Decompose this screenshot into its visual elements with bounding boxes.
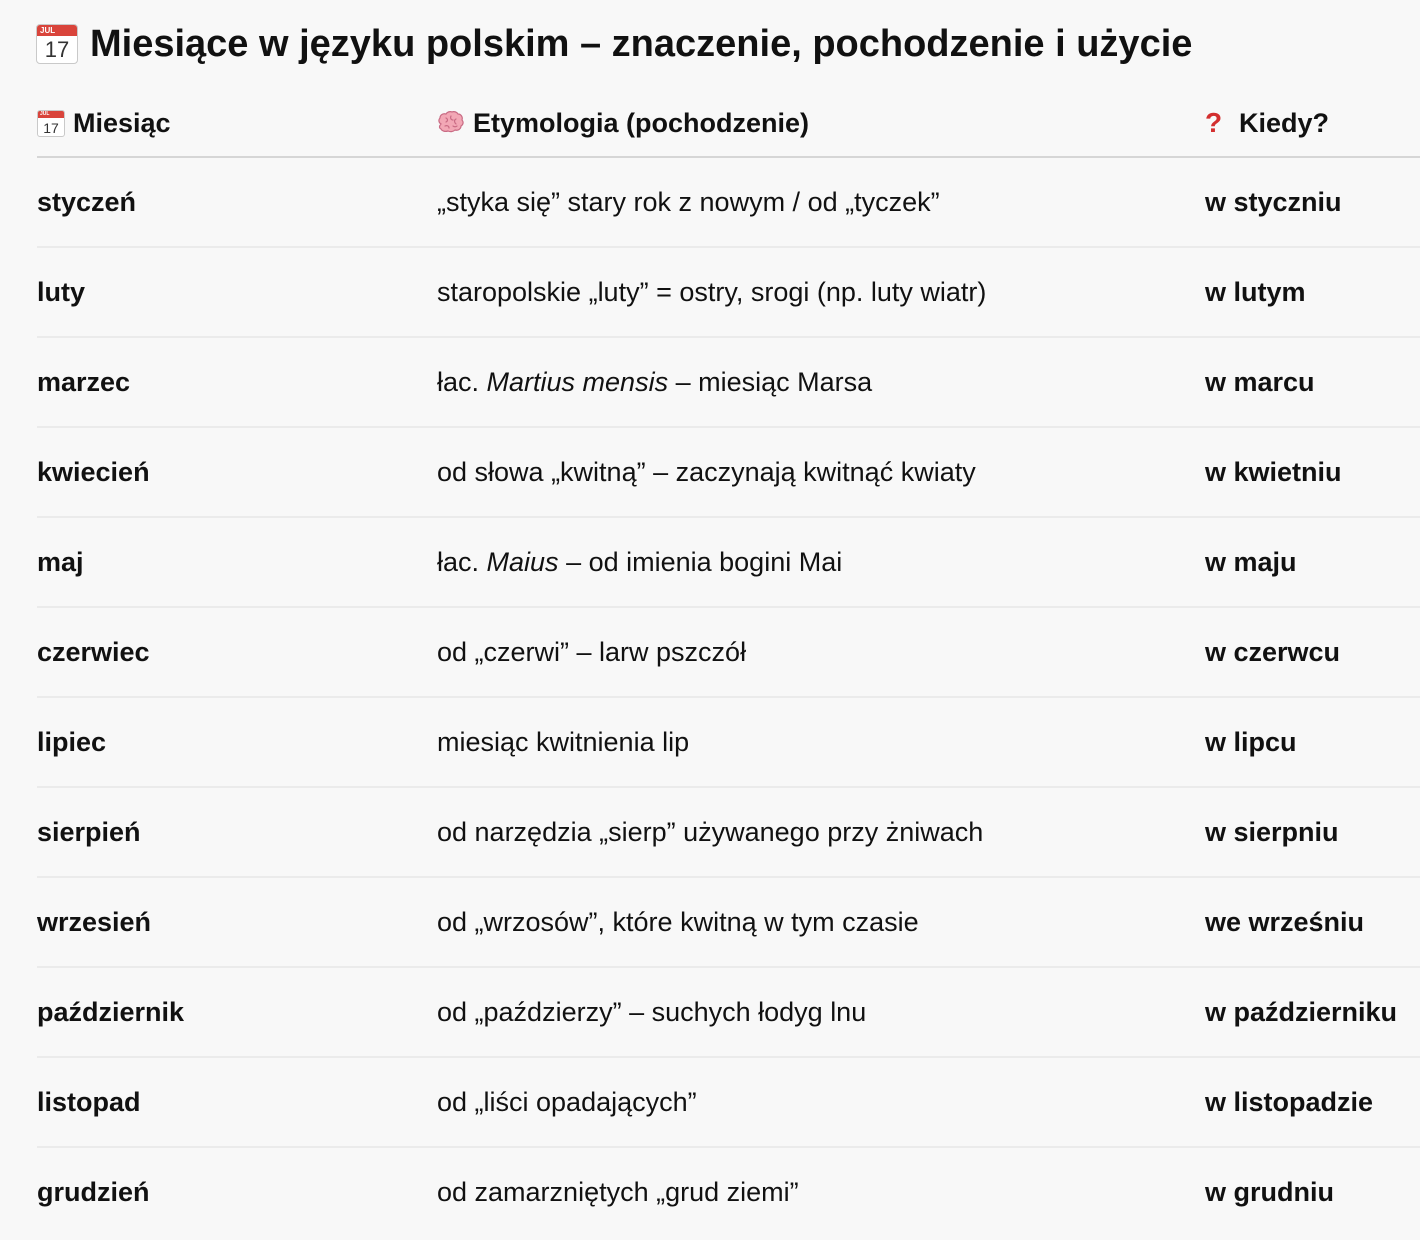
table-row: październik od „paździerzy” – suchych łod… (37, 968, 1420, 1058)
etymology-text: od narzędzia „sierp” używanego przy żniw… (437, 816, 984, 847)
table-row: grudzień od zamarzniętych „grud ziemi” w g… (37, 1148, 1420, 1236)
etymology-text: od „czerwi” – larw pszczół (437, 636, 747, 667)
table-row: czerwiec od „czerwi” – larw pszczół w czer… (37, 608, 1420, 698)
page-title: JUL 17 Miesiące w języku polskim – znacz… (36, 14, 1192, 74)
when-phrase: w sierpniu (1205, 816, 1339, 847)
month-name: lipiec (37, 726, 107, 757)
table-row: lipiec miesiąc kwitnienia lip w lipcu (37, 698, 1420, 788)
when-phrase: w kwietniu (1205, 456, 1342, 487)
etymology-text: – miesiąc Marsa (668, 366, 873, 397)
table-row: sierpień od narzędzia „sierp” używanego p… (37, 788, 1420, 878)
etymology-cell: od narzędzia „sierp” używanego przy żniw… (437, 788, 983, 876)
etymology-text: od „wrzosów”, które kwitną w tym czasie (437, 906, 919, 937)
table-body: styczeń „styka się” stary rok z nowym / o… (37, 158, 1420, 1236)
etymology-text: od słowa „kwitną” – zaczynają kwitnąć kw… (437, 456, 976, 487)
table-row: luty staropolskie „luty” = ostry, srogi (… (37, 248, 1420, 338)
month-name: czerwiec (37, 636, 150, 667)
etymology-cell: od „paździerzy” – suchych łodyg lnu (437, 968, 866, 1056)
month-name: kwiecień (37, 456, 150, 487)
etymology-text: „styka się” stary rok z nowym / od „tycz… (437, 186, 940, 217)
etymology-cell: od „liści opadających” (437, 1058, 697, 1146)
month-name: maj (37, 546, 84, 577)
month-name: sierpień (37, 816, 141, 847)
month-name: grudzień (37, 1176, 150, 1207)
table-row: kwiecień od słowa „kwitną” – zaczynają kw… (37, 428, 1420, 518)
when-phrase: w maju (1205, 546, 1297, 577)
month-name: wrzesień (37, 906, 152, 937)
etymology-latin-term: Martius mensis (486, 366, 669, 397)
month-name: listopad (37, 1086, 141, 1117)
months-table: JUL 17 Miesiąc Etymologia (pochodzenie) … (37, 90, 1420, 1236)
etymology-cell: od „wrzosów”, które kwitną w tym czasie (437, 878, 919, 966)
table-row: marzec łac. Martius mensis – miesiąc Mars… (37, 338, 1420, 428)
etymology-text: miesiąc kwitnienia lip (437, 726, 690, 757)
etymology-cell: od „czerwi” – larw pszczół (437, 608, 746, 696)
when-phrase: w lutym (1205, 276, 1306, 307)
month-name: marzec (37, 366, 131, 397)
when-phrase: w listopadzie (1205, 1086, 1374, 1117)
red-question-mark-icon: ? (1205, 107, 1223, 138)
when-phrase: w czerwcu (1205, 636, 1341, 667)
etymology-cell: łac. Martius mensis – miesiąc Marsa (437, 338, 872, 426)
etymology-cell: łac. Maius – od imienia bogini Mai (437, 518, 842, 606)
etymology-text: – od imienia bogini Mai (558, 546, 843, 577)
table-row: wrzesień od „wrzosów”, które kwitną w tym… (37, 878, 1420, 968)
column-header-etymology: Etymologia (pochodzenie) (437, 90, 809, 156)
table-header-row: JUL 17 Miesiąc Etymologia (pochodzenie) … (37, 90, 1420, 158)
when-phrase: w styczniu (1205, 186, 1342, 217)
month-name: styczeń (37, 186, 137, 217)
when-phrase: w lipcu (1205, 726, 1297, 757)
calendar-icon: JUL 17 (37, 109, 65, 137)
when-phrase: w październiku (1205, 996, 1398, 1027)
etymology-cell: od zamarzniętych „grud ziemi” (437, 1148, 799, 1236)
column-header-month: JUL 17 Miesiąc (37, 90, 171, 156)
column-header-label: Etymologia (pochodzenie) (473, 107, 810, 138)
etymology-cell: miesiąc kwitnienia lip (437, 698, 689, 786)
etymology-cell: od słowa „kwitną” – zaczynają kwitnąć kw… (437, 428, 976, 516)
when-phrase: w grudniu (1205, 1176, 1334, 1207)
when-phrase: w marcu (1205, 366, 1315, 397)
etymology-text: łac. (437, 366, 487, 397)
etymology-cell: staropolskie „luty” = ostry, srogi (np. … (437, 248, 986, 336)
calendar-icon: JUL 17 (36, 24, 78, 64)
table-row: maj łac. Maius – od imienia bogini Mai w m… (37, 518, 1420, 608)
etymology-text: staropolskie „luty” = ostry, srogi (np. … (437, 276, 987, 307)
etymology-text: od „paździerzy” – suchych łodyg lnu (437, 996, 867, 1027)
column-header-when: ? Kiedy? (1205, 90, 1329, 156)
column-header-label: Miesiąc (73, 107, 171, 138)
etymology-latin-term: Maius (486, 546, 559, 577)
month-name: październik (37, 996, 185, 1027)
column-header-label: Kiedy? (1239, 107, 1330, 138)
brain-icon (437, 111, 465, 135)
table-row: listopad od „liści opadających” w listopad… (37, 1058, 1420, 1148)
etymology-text: od zamarzniętych „grud ziemi” (437, 1176, 799, 1207)
month-name: luty (37, 276, 86, 307)
when-phrase: we wrześniu (1205, 906, 1365, 937)
table-row: styczeń „styka się” stary rok z nowym / o… (37, 158, 1420, 248)
etymology-text: od „liści opadających” (437, 1086, 697, 1117)
etymology-cell: „styka się” stary rok z nowym / od „tycz… (437, 158, 940, 246)
page-title-text: Miesiące w języku polskim – znaczenie, p… (90, 23, 1193, 65)
etymology-text: łac. (437, 546, 487, 577)
